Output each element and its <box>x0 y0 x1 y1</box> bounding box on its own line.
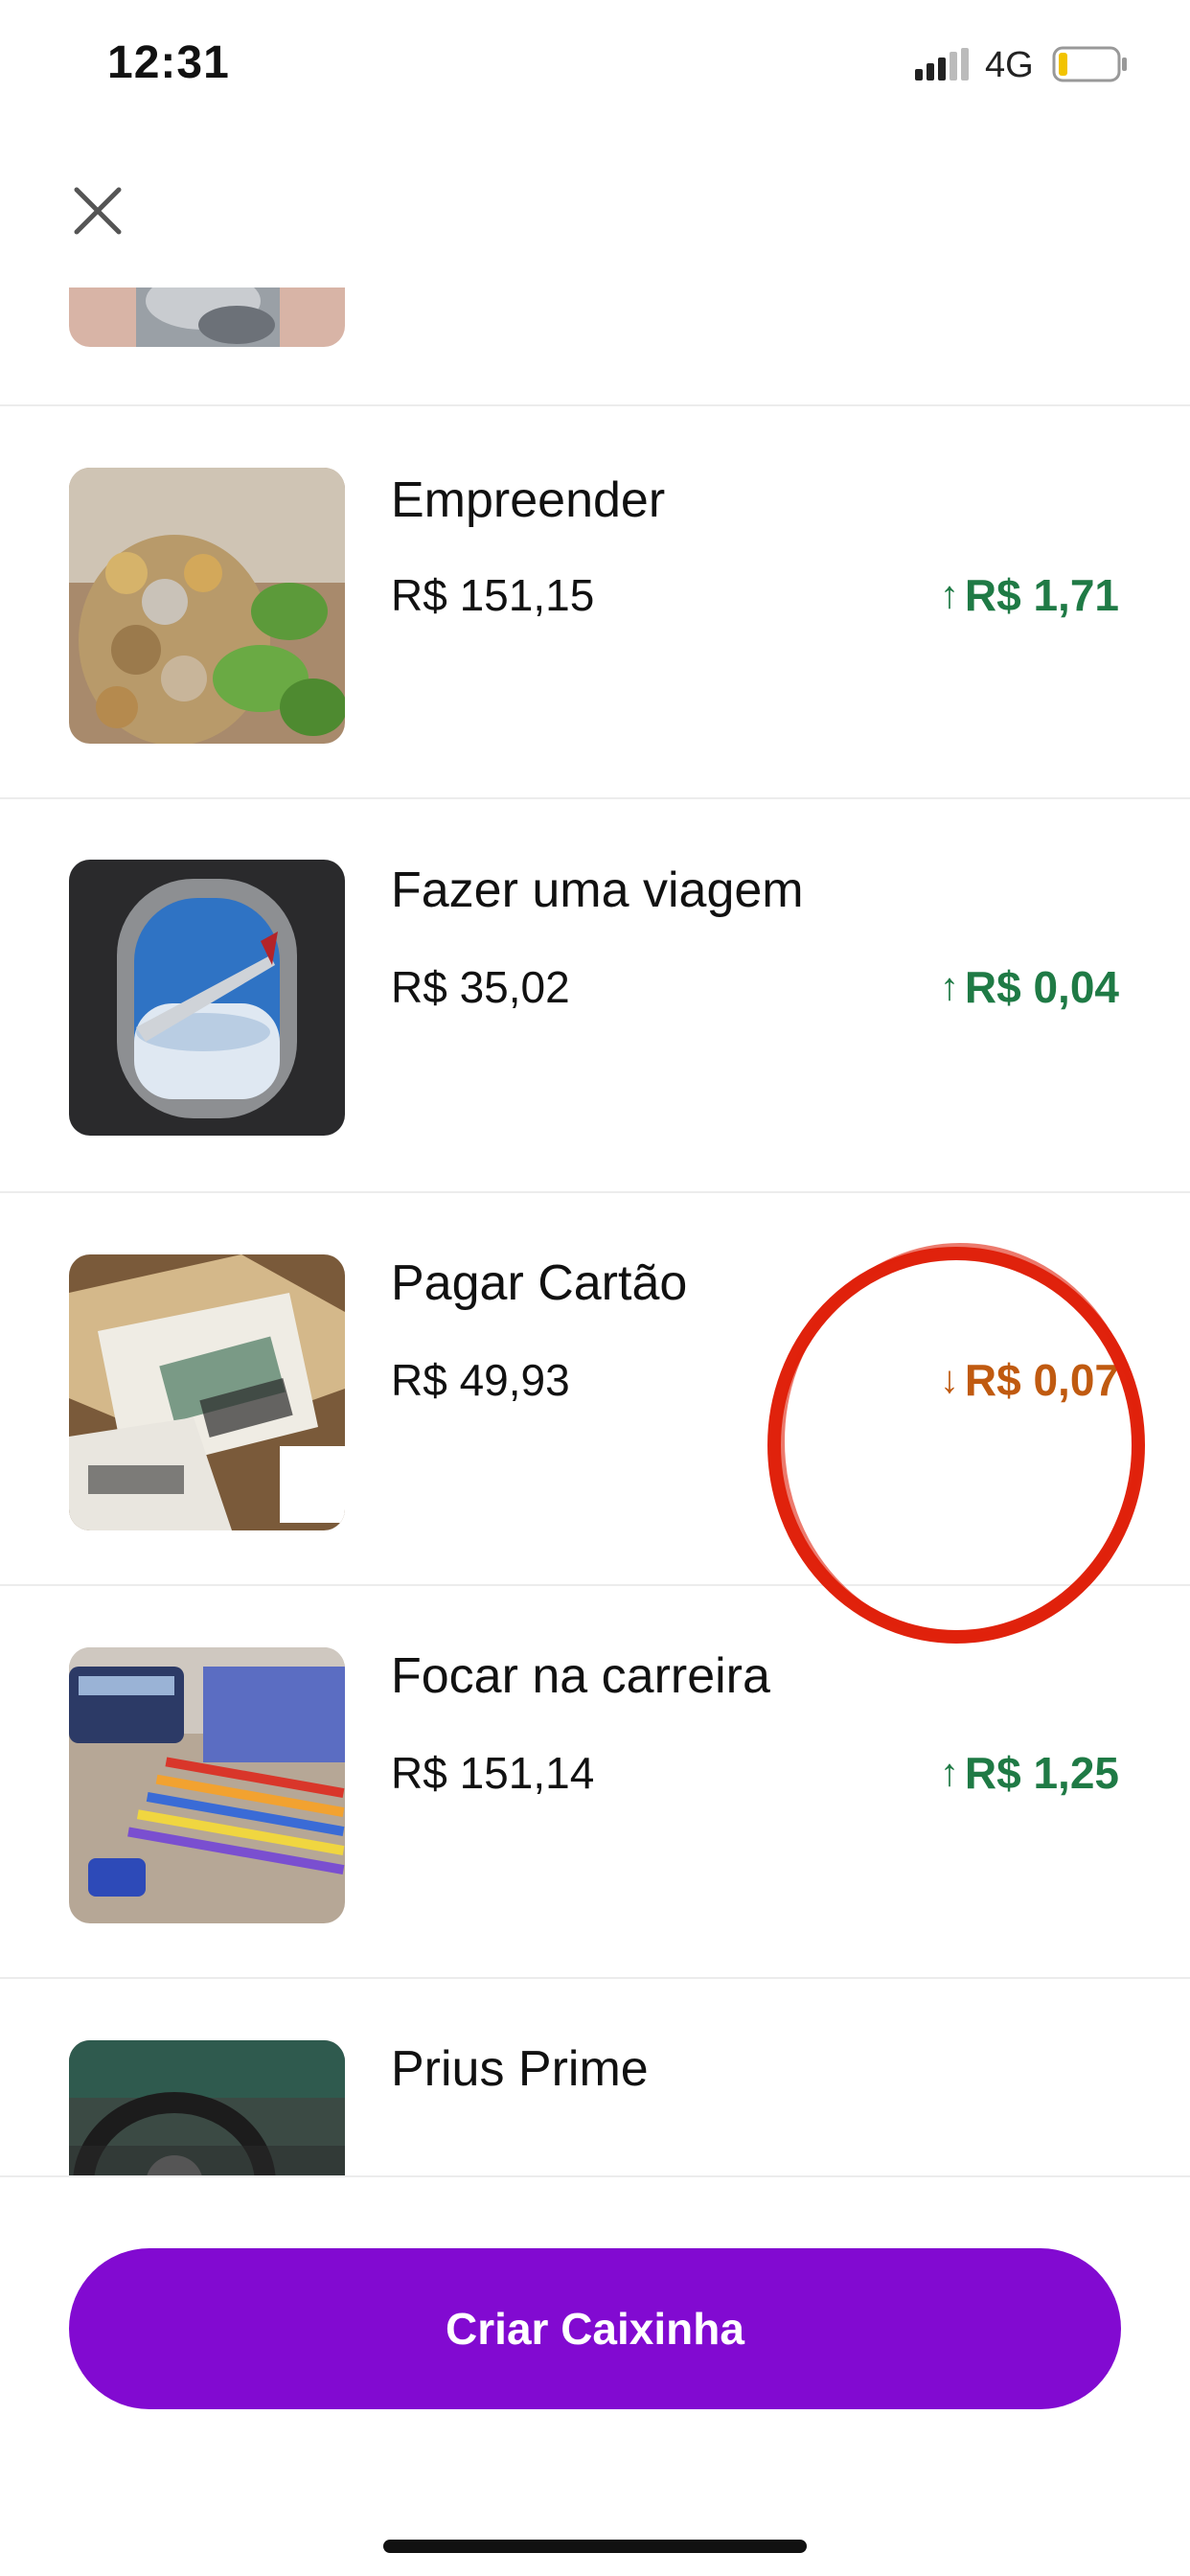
item-balance: R$ 35,02 <box>391 962 570 1012</box>
item-name: Empreender <box>391 472 666 528</box>
arrow-up-icon: ↑ <box>939 573 959 616</box>
item-change-value: R$ 0,07 <box>964 1355 1119 1405</box>
item-balance: R$ 151,14 <box>391 1748 595 1798</box>
item-change: ↑ R$ 1,25 <box>940 1747 1119 1799</box>
item-change: ↑ R$ 0,04 <box>940 961 1119 1013</box>
arrow-down-icon: ↓ <box>939 1358 959 1401</box>
status-bar: 12:31 4G <box>0 0 1190 134</box>
item-balance: R$ 49,93 <box>391 1355 570 1405</box>
home-indicator[interactable] <box>383 2540 807 2553</box>
arrow-up-icon: ↑ <box>939 965 959 1008</box>
battery-low-icon <box>1052 46 1127 82</box>
item-change: ↑ R$ 1,71 <box>940 569 1119 621</box>
network-label: 4G <box>985 45 1034 85</box>
create-caixinha-button[interactable]: Criar Caixinha <box>69 2248 1121 2409</box>
item-balance: R$ 151,15 <box>391 570 595 620</box>
item-change: ↓ R$ 0,07 <box>940 1354 1119 1406</box>
arrow-up-icon: ↑ <box>939 1751 959 1794</box>
caixinhas-list: Empreender R$ 151,15 ↑ R$ 1,71 Fazer uma… <box>0 288 1190 2175</box>
item-change-value: R$ 1,25 <box>964 1748 1119 1798</box>
status-time: 12:31 <box>107 37 230 88</box>
list-item[interactable]: Pagar Cartão R$ 49,93 ↓ R$ 0,07 <box>0 1193 1190 1586</box>
item-thumbnail <box>69 1254 345 1530</box>
item-name: Prius Prime <box>391 2041 649 2097</box>
list-item[interactable]: Fazer uma viagem R$ 35,02 ↑ R$ 0,04 <box>0 800 1190 1193</box>
item-name: Fazer uma viagem <box>391 862 804 918</box>
list-item[interactable]: Prius Prime <box>0 1979 1190 2175</box>
item-change-value: R$ 1,71 <box>964 570 1119 620</box>
list-item[interactable] <box>0 288 1190 406</box>
close-icon <box>74 187 122 235</box>
divider <box>0 797 1190 799</box>
bottom-action-area: Criar Caixinha <box>0 2175 1190 2576</box>
item-thumbnail <box>69 468 345 744</box>
item-thumbnail <box>69 860 345 1136</box>
item-thumbnail <box>69 1647 345 1923</box>
item-thumbnail <box>69 288 345 347</box>
item-thumbnail <box>69 2040 345 2175</box>
item-name: Focar na carreira <box>391 1648 770 1704</box>
close-button[interactable] <box>59 172 136 249</box>
list-item[interactable]: Empreender R$ 151,15 ↑ R$ 1,71 <box>0 406 1190 799</box>
signal-bars-icon <box>915 48 969 80</box>
list-item[interactable]: Focar na carreira R$ 151,14 ↑ R$ 1,25 <box>0 1586 1190 1979</box>
item-name: Pagar Cartão <box>391 1255 688 1311</box>
item-change-value: R$ 0,04 <box>964 962 1119 1012</box>
